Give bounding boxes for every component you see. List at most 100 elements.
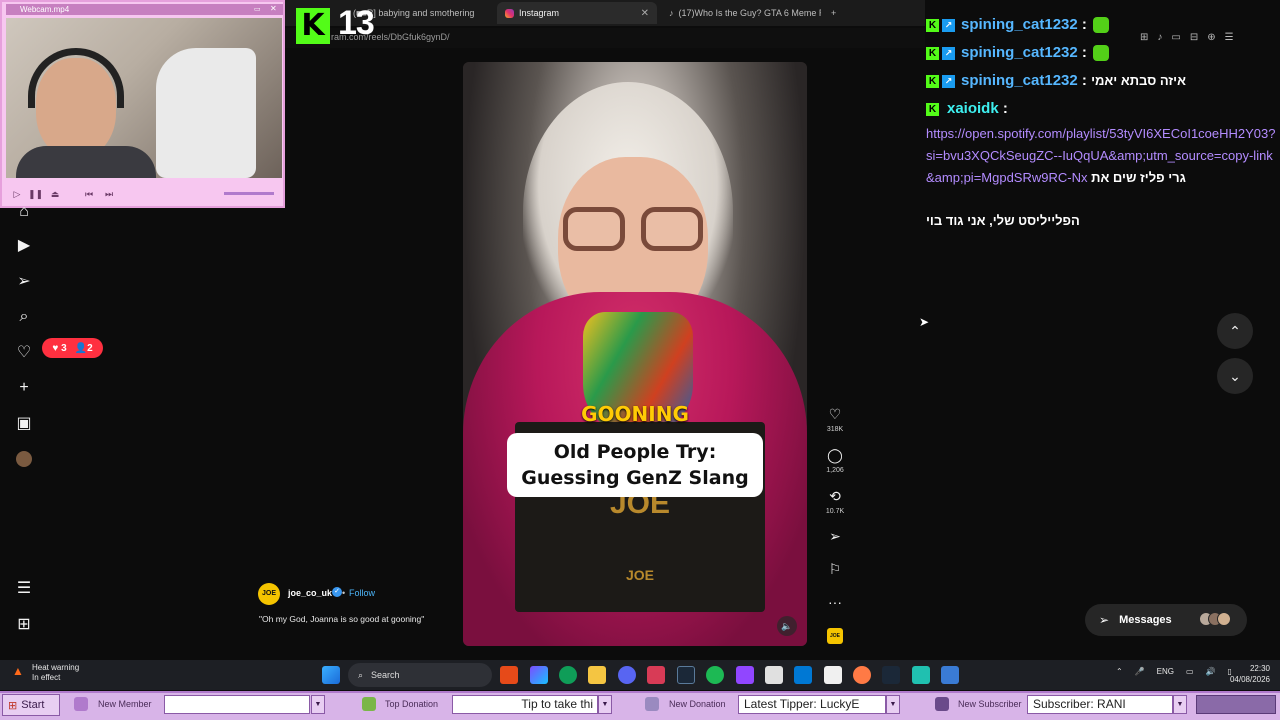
clock[interactable]: 22:30 04/08/2026 xyxy=(1226,663,1270,685)
app-icon[interactable] xyxy=(853,666,871,684)
search-icon: ⌕ xyxy=(358,669,364,680)
language-indicator[interactable]: ENG xyxy=(1157,667,1174,676)
weather-widget[interactable]: ▲ Heat warning In effect xyxy=(12,663,79,683)
comment-button[interactable]: ◯ 1,206 xyxy=(820,447,850,474)
file-explorer-icon[interactable] xyxy=(588,666,606,684)
send-icon: ➢ xyxy=(1099,613,1110,627)
viewer-count: 13 xyxy=(338,4,375,42)
latest-tipper-field[interactable]: Latest Tipper: LuckyE xyxy=(738,695,886,714)
chevron-down-icon[interactable]: ▼ xyxy=(598,695,612,714)
windows-start-icon[interactable] xyxy=(322,666,340,684)
new-member-field[interactable] xyxy=(164,695,310,714)
audio-badge[interactable]: JOE xyxy=(827,628,843,644)
chat-text: גרי פליז שים את xyxy=(1091,170,1186,185)
heat-sub: In effect xyxy=(32,673,61,682)
mute-icon[interactable]: 🔈 xyxy=(777,616,797,636)
kick-logo: K xyxy=(296,8,330,44)
windows-logo-icon: ⊞ xyxy=(8,699,18,712)
kick-badge-icon: K xyxy=(926,102,939,116)
close-icon[interactable]: ✕ xyxy=(270,4,277,13)
tray-clock-icon xyxy=(1196,695,1276,714)
search-label: Search xyxy=(371,670,400,680)
vscode-icon[interactable] xyxy=(794,666,812,684)
copilot-icon[interactable] xyxy=(530,666,548,684)
store-icon[interactable] xyxy=(647,666,665,684)
eject-icon[interactable]: ⏏ xyxy=(48,187,62,201)
file-icon[interactable] xyxy=(824,666,842,684)
new-member-icon xyxy=(74,697,88,711)
tab-instagram[interactable]: Instagram ✕ xyxy=(497,2,657,24)
reel-video[interactable]: JOE JOE GOONING Old People Try: Guessing… xyxy=(463,62,807,646)
play-icon[interactable]: ▷ xyxy=(10,187,24,201)
microphone-icon[interactable]: 🎤 xyxy=(1135,667,1145,676)
create-icon[interactable]: + xyxy=(12,376,36,400)
start-button[interactable]: ⊞ Start xyxy=(2,694,60,716)
pause-icon[interactable]: ❚❚ xyxy=(28,187,43,201)
app-icon[interactable] xyxy=(765,666,783,684)
send-icon[interactable]: ➢ xyxy=(12,269,36,293)
chat-text: איזה סבתא יאמי xyxy=(1091,73,1186,88)
volume-icon[interactable]: 🔊 xyxy=(1206,667,1216,676)
share-button[interactable]: ➢ xyxy=(820,528,850,545)
subscriber-field[interactable]: Subscriber: RANI xyxy=(1027,695,1173,714)
chat-separator: : xyxy=(1002,100,1008,117)
previous-icon[interactable]: ⏮ xyxy=(82,187,96,201)
chat-link[interactable]: https://open.spotify.com/playlist/53tyVI… xyxy=(926,123,1280,189)
profile-avatar[interactable] xyxy=(12,447,36,471)
close-icon[interactable]: ✕ xyxy=(641,8,649,19)
taskbar-search[interactable]: ⌕ Search xyxy=(348,663,492,687)
app-icon[interactable] xyxy=(941,666,959,684)
dashboard-icon[interactable]: ▣ xyxy=(12,411,36,435)
explore-icon[interactable]: ⌂ xyxy=(12,200,36,224)
new-tab-button[interactable]: + xyxy=(823,2,845,24)
repost-icon: ⟲ xyxy=(829,488,841,504)
next-icon[interactable]: ⏭ xyxy=(102,187,116,201)
like-button[interactable]: ♡ 318K xyxy=(820,406,850,433)
chevron-up-icon[interactable]: ⌃ xyxy=(1116,667,1123,676)
chevron-down-icon[interactable]: ▼ xyxy=(886,695,900,714)
spotify-icon[interactable] xyxy=(706,666,724,684)
more-button[interactable]: ··· xyxy=(820,594,850,610)
heart-icon[interactable]: ♡ xyxy=(12,340,36,364)
webcam-video xyxy=(6,18,282,178)
kick-badge-icon: K xyxy=(926,18,939,32)
sub-badge-icon: ↗ xyxy=(942,74,955,88)
author-avatar[interactable]: JOE xyxy=(258,583,280,605)
also-from-meta-icon[interactable]: ⊞ xyxy=(12,612,36,636)
messages-button[interactable]: ➢ Messages xyxy=(1085,604,1247,636)
edge-icon[interactable] xyxy=(559,666,577,684)
discord-icon[interactable] xyxy=(618,666,636,684)
follows-count: 👤2 xyxy=(74,342,93,354)
previous-reel-button[interactable]: ⌃ xyxy=(1217,313,1253,349)
emote-icon xyxy=(1092,17,1109,34)
author-name[interactable]: joe_co_uk xyxy=(288,588,332,598)
menu-icon[interactable]: ☰ xyxy=(12,576,36,600)
dot-separator: • xyxy=(342,588,346,598)
brave-icon[interactable] xyxy=(500,666,518,684)
steam-icon[interactable] xyxy=(882,666,900,684)
headphones-icon xyxy=(28,48,124,108)
new-donation-label: New Donation xyxy=(669,699,726,709)
app-icon[interactable] xyxy=(736,666,754,684)
kick-badge-icon: K xyxy=(926,46,939,60)
notification-badge[interactable]: ♥ 3 👤2 xyxy=(42,338,103,358)
app-icon[interactable] xyxy=(912,666,930,684)
seek-slider[interactable] xyxy=(224,192,274,195)
top-donation-field[interactable]: Tip to take thi xyxy=(452,695,598,714)
save-button[interactable]: ⚐ xyxy=(820,561,850,578)
search-icon[interactable]: ⌕ xyxy=(12,305,36,329)
chevron-down-icon[interactable]: ▼ xyxy=(311,695,325,714)
likes-count: 318K xyxy=(826,426,844,433)
minimize-icon[interactable]: ▭ xyxy=(254,5,261,13)
follow-button[interactable]: Follow xyxy=(349,588,375,598)
chat-message: Kxaioidk : xyxy=(926,100,1008,117)
steam-icon[interactable] xyxy=(677,666,695,684)
next-reel-button[interactable]: ⌄ xyxy=(1217,358,1253,394)
chevron-down-icon[interactable]: ▼ xyxy=(1173,695,1187,714)
repost-button[interactable]: ⟲ 10.7K xyxy=(820,488,850,515)
card-logo-small: JOE xyxy=(625,567,654,583)
reels-icon[interactable]: ▶ xyxy=(12,233,36,257)
address-bar[interactable]: ram.com/reels/DbGfuk6gynD/ xyxy=(285,28,925,48)
network-icon[interactable]: ▭ xyxy=(1186,667,1194,676)
tab-gta-meme[interactable]: ♪ (17)Who Is the Guy? GTA 6 Meme Re... xyxy=(661,2,821,24)
